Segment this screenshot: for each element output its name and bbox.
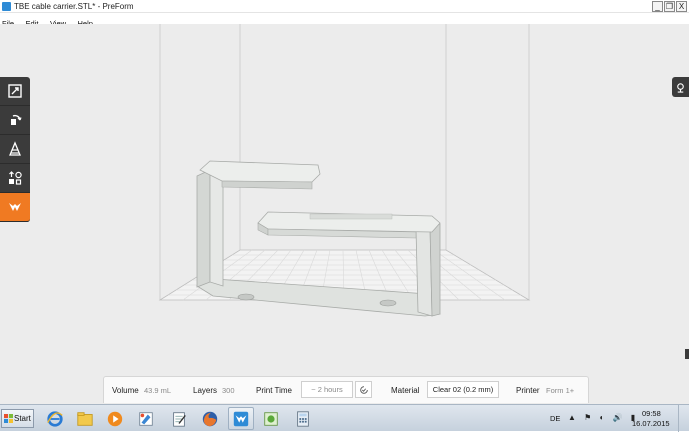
taskbar-file-explorer[interactable] xyxy=(72,407,98,430)
internet-explorer-icon xyxy=(47,410,63,427)
media-player-icon xyxy=(107,411,123,426)
close-button[interactable]: X xyxy=(676,1,687,12)
taskbar-greenshot[interactable] xyxy=(258,407,284,430)
volume-label: Volume xyxy=(112,386,139,395)
preform-app-icon xyxy=(2,2,11,11)
preform-icon xyxy=(233,411,249,426)
layout-button[interactable] xyxy=(0,164,30,193)
job-panel-tab[interactable] xyxy=(672,77,689,97)
support-button[interactable] xyxy=(0,193,30,222)
system-tray-icons[interactable]: ▲ ⚑ ◐ 🔊 ▮ xyxy=(568,413,638,422)
print-time-value: ~ 2 hours xyxy=(301,381,353,398)
layout-icon xyxy=(9,171,22,185)
folder-icon xyxy=(77,411,93,426)
window-title: TBE cable carrier.STL* - PreForm xyxy=(14,2,134,11)
greenshot-icon xyxy=(264,411,278,426)
cable-carrier-model[interactable] xyxy=(196,160,441,317)
job-status-panel: Volume 43.9 mL Layers 300 Print Time ~ 2… xyxy=(103,376,589,403)
taskbar-calculator[interactable] xyxy=(290,407,316,430)
notepad-icon xyxy=(173,411,186,427)
volume-value: 43.9 mL xyxy=(144,386,172,395)
windows-taskbar: Start DE ▲ ⚑ ◐ 🔊 ▮ 09:58 16.07.2015 xyxy=(0,404,689,432)
minimize-button[interactable]: _ xyxy=(652,1,663,12)
start-button[interactable]: Start xyxy=(1,409,34,428)
taskbar-internet-explorer[interactable] xyxy=(42,407,68,430)
taskbar-paint[interactable] xyxy=(133,407,159,430)
layers-value: 300 xyxy=(222,386,235,395)
start-label: Start xyxy=(14,414,31,423)
clock-time[interactable]: 09:58 xyxy=(642,409,661,418)
maximize-button[interactable]: ❐ xyxy=(664,1,675,12)
material-select[interactable]: Clear 02 (0.2 mm) xyxy=(427,381,499,398)
3d-viewport[interactable] xyxy=(0,24,689,404)
taskbar-notepad[interactable] xyxy=(166,407,192,430)
refresh-check-icon xyxy=(359,385,368,394)
support-icon xyxy=(9,203,21,211)
printer-label: Printer xyxy=(516,386,540,395)
taskbar-firefox[interactable] xyxy=(197,407,223,430)
calculator-icon xyxy=(297,410,309,427)
menu-bar: File Edit View Help xyxy=(0,13,689,28)
right-edge-handle[interactable] xyxy=(685,349,689,359)
orient-button[interactable] xyxy=(0,135,30,164)
orientation-icon xyxy=(9,141,21,156)
title-bar: TBE cable carrier.STL* - PreForm _ ❐ X xyxy=(0,0,689,13)
rotate-button[interactable] xyxy=(0,106,30,135)
paint-icon xyxy=(139,411,153,426)
print-time-label: Print Time xyxy=(256,386,293,395)
language-indicator[interactable]: DE xyxy=(550,414,560,423)
estimate-time-button[interactable] xyxy=(355,381,372,398)
printer-value[interactable]: Form 1+ xyxy=(546,386,574,395)
scale-icon xyxy=(8,84,22,98)
build-volume-scene[interactable] xyxy=(0,24,689,404)
scale-button[interactable] xyxy=(0,77,30,106)
rotate-icon xyxy=(11,114,22,125)
show-desktop-button[interactable] xyxy=(678,405,689,432)
windows-flag-icon xyxy=(4,414,13,423)
material-label: Material xyxy=(391,386,420,395)
taskbar-media-player[interactable] xyxy=(102,407,128,430)
left-toolbar xyxy=(0,77,30,222)
clock-date[interactable]: 16.07.2015 xyxy=(632,419,670,428)
printer-queue-icon xyxy=(677,82,684,93)
layers-label: Layers xyxy=(193,386,218,395)
taskbar-preform[interactable] xyxy=(228,407,254,430)
firefox-icon xyxy=(202,411,218,426)
